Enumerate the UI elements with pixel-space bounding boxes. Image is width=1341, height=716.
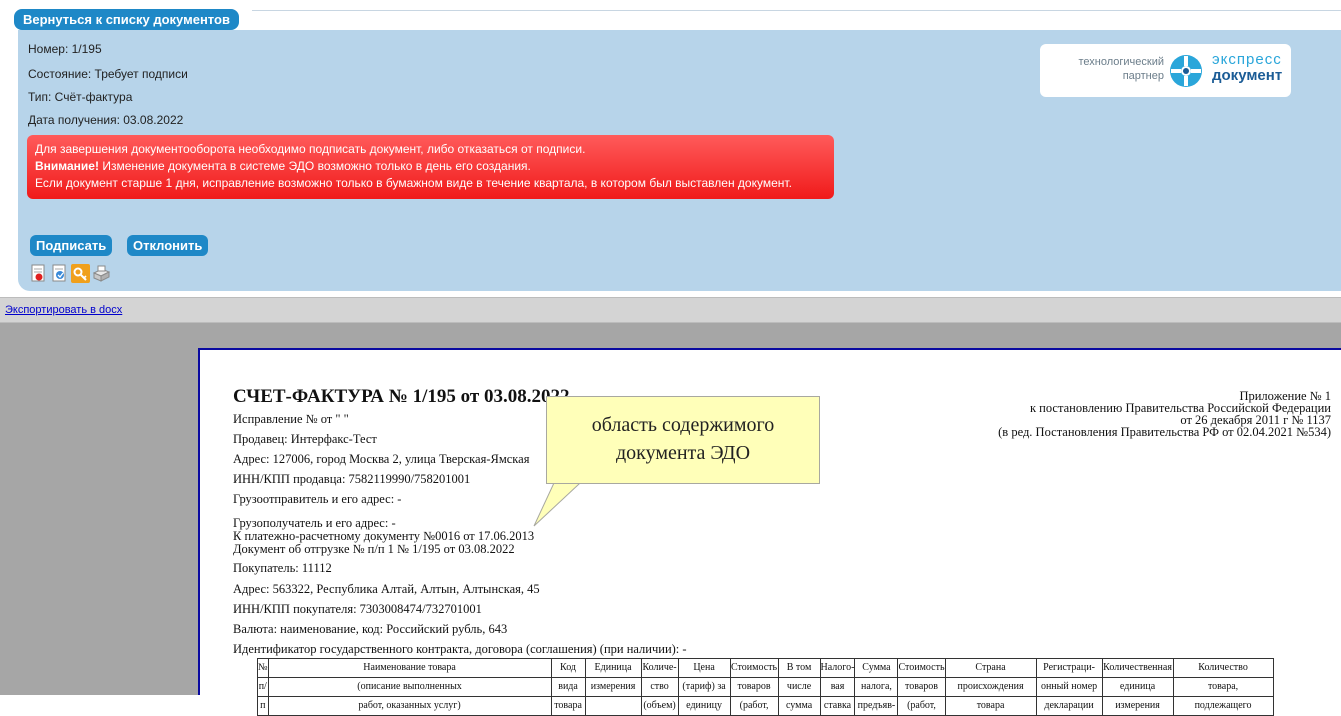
tools-row xyxy=(29,264,111,283)
document-title: СЧЕТ-ФАКТУРА № 1/195 от 03.08.2022 xyxy=(233,386,570,407)
table-cell: (описание выполненных xyxy=(267,677,552,697)
table-cell: п xyxy=(257,696,269,716)
invoice-table: № Наименование товара Код Единица Количе- Цен… xyxy=(257,658,1274,716)
doc-currency-line: Валюта: наименование, код: Российский ру… xyxy=(233,622,508,636)
table-cell: происхождения xyxy=(944,677,1037,697)
table-cell: Стоимость xyxy=(897,658,946,678)
table-cell: товаров xyxy=(729,677,779,697)
back-to-list-button[interactable]: Вернуться к списку документов xyxy=(14,9,239,30)
export-docx-link[interactable]: Экспортировать в docx xyxy=(5,304,122,316)
table-cell: предъяв- xyxy=(854,696,899,716)
table-cell: Страна xyxy=(944,658,1037,678)
document-type: Тип: Счёт-фактура xyxy=(28,90,133,104)
document-status: Состояние: Требует подписи xyxy=(28,67,188,81)
table-cell: вая xyxy=(819,677,856,697)
table-cell: (работ, xyxy=(897,696,946,716)
table-cell: Цена xyxy=(677,658,731,678)
doc-seller-address-line: Адрес: 127006, город Москва 2, улица Тве… xyxy=(233,452,530,466)
table-cell: п/ xyxy=(257,677,269,697)
table-cell xyxy=(584,696,642,716)
table-row: № Наименование товара Код Единица Количе- Цен… xyxy=(257,658,1274,678)
warning-alert: Для завершения документооборота необходи… xyxy=(27,135,834,199)
table-row: п/(описание выполненных вида измерения ство… xyxy=(257,677,1274,697)
table-cell: Количественная xyxy=(1101,658,1174,678)
key-icon[interactable] xyxy=(71,264,90,283)
table-row: п работ, оказанных услуг) товара (объем) еди… xyxy=(257,696,1274,716)
table-cell: (тариф) за xyxy=(677,677,731,697)
logo-tech-partner-text: технологический партнер xyxy=(1078,56,1164,82)
doc-buyer-line: Покупатель: 11112 xyxy=(233,561,332,575)
table-cell: товара, xyxy=(1172,677,1274,697)
table-cell: Единица xyxy=(584,658,642,678)
decline-button[interactable]: Отклонить xyxy=(127,235,209,256)
table-cell: Наименование товара xyxy=(267,658,552,678)
partner-logo: технологический партнер экспресс докумен… xyxy=(1040,44,1291,97)
alert-line-1: Для завершения документооборота необходи… xyxy=(35,142,586,156)
table-cell: измерения xyxy=(584,677,642,697)
table-cell: налога, xyxy=(854,677,899,697)
doc-correction-line: Исправление № от " " xyxy=(233,412,349,426)
table-cell: онный номер xyxy=(1035,677,1103,697)
table-cell: Стоимость xyxy=(729,658,779,678)
table-cell: сумма xyxy=(777,696,821,716)
table-cell: товара xyxy=(944,696,1037,716)
document-info-panel: Номер: 1/195 Состояние: Требует подписи … xyxy=(18,30,1341,291)
table-cell: подлежащего xyxy=(1172,696,1274,716)
table-cell: Регистраци- xyxy=(1035,658,1103,678)
table-cell: В том xyxy=(777,658,821,678)
table-cell: измерения xyxy=(1101,696,1174,716)
doc-appendix: Приложение № 1 к постановлению Правитель… xyxy=(998,389,1331,439)
callout-line-1: область содержимого xyxy=(591,414,775,436)
doc-buyer-inn-line: ИНН/КПП покупателя: 7303008474/732701001 xyxy=(233,602,482,616)
document-received-date: Дата получения: 03.08.2022 xyxy=(28,113,184,127)
table-cell: ставка xyxy=(819,696,856,716)
express-document-logo-icon xyxy=(1170,55,1202,87)
table-cell: работ, оказанных услуг) xyxy=(267,696,552,716)
table-cell: единицу xyxy=(677,696,731,716)
table-cell: вида xyxy=(550,677,586,697)
table-cell: (работ, xyxy=(729,696,779,716)
document-number: Номер: 1/195 xyxy=(28,42,102,56)
alert-line-2: Внимание! Изменение документа в системе … xyxy=(35,159,531,173)
doc-seller-inn-line: ИНН/КПП продавца: 7582119990/758201001 xyxy=(233,472,471,486)
table-cell: № xyxy=(257,658,269,678)
doc-seller-line: Продавец: Интерфакс-Тест xyxy=(233,432,377,446)
table-cell: Количе- xyxy=(640,658,679,678)
sign-button[interactable]: Подписать xyxy=(30,235,113,256)
doc-buyer-address-line: Адрес: 563322, Республика Алтай, Алтын, … xyxy=(233,582,540,596)
doc-shipment-line: Документ об отгрузке № п/п 1 № 1/195 от … xyxy=(233,542,515,556)
logo-brand-text: экспресс документ xyxy=(1212,51,1283,84)
print-icon[interactable] xyxy=(92,264,111,283)
doc-contract-line: Идентификатор государственного контракта… xyxy=(233,642,687,656)
table-cell: Налого- xyxy=(819,658,856,678)
callout-line-2: документа ЭДО xyxy=(615,442,751,464)
table-cell: товара xyxy=(550,696,586,716)
table-cell: Количество xyxy=(1172,658,1274,678)
alert-line-3: Если документ старше 1 дня, исправление … xyxy=(35,176,792,190)
table-cell: (объем) xyxy=(640,696,679,716)
document-blue-icon[interactable] xyxy=(50,264,69,283)
table-cell: единица xyxy=(1101,677,1174,697)
table-cell: декларации xyxy=(1035,696,1103,716)
header-divider xyxy=(252,10,1341,11)
export-bar: Экспортировать в docx xyxy=(0,297,1341,323)
table-cell: Код xyxy=(550,658,586,678)
table-cell: ство xyxy=(640,677,679,697)
doc-shipper-line: Грузоотправитель и его адрес: - xyxy=(233,492,402,506)
table-cell: числе xyxy=(777,677,821,697)
document-red-icon[interactable] xyxy=(29,264,48,283)
table-cell: товаров xyxy=(897,677,946,697)
content-area-callout: область содержимого документа ЭДО xyxy=(546,396,820,484)
table-cell: Сумма xyxy=(854,658,899,678)
